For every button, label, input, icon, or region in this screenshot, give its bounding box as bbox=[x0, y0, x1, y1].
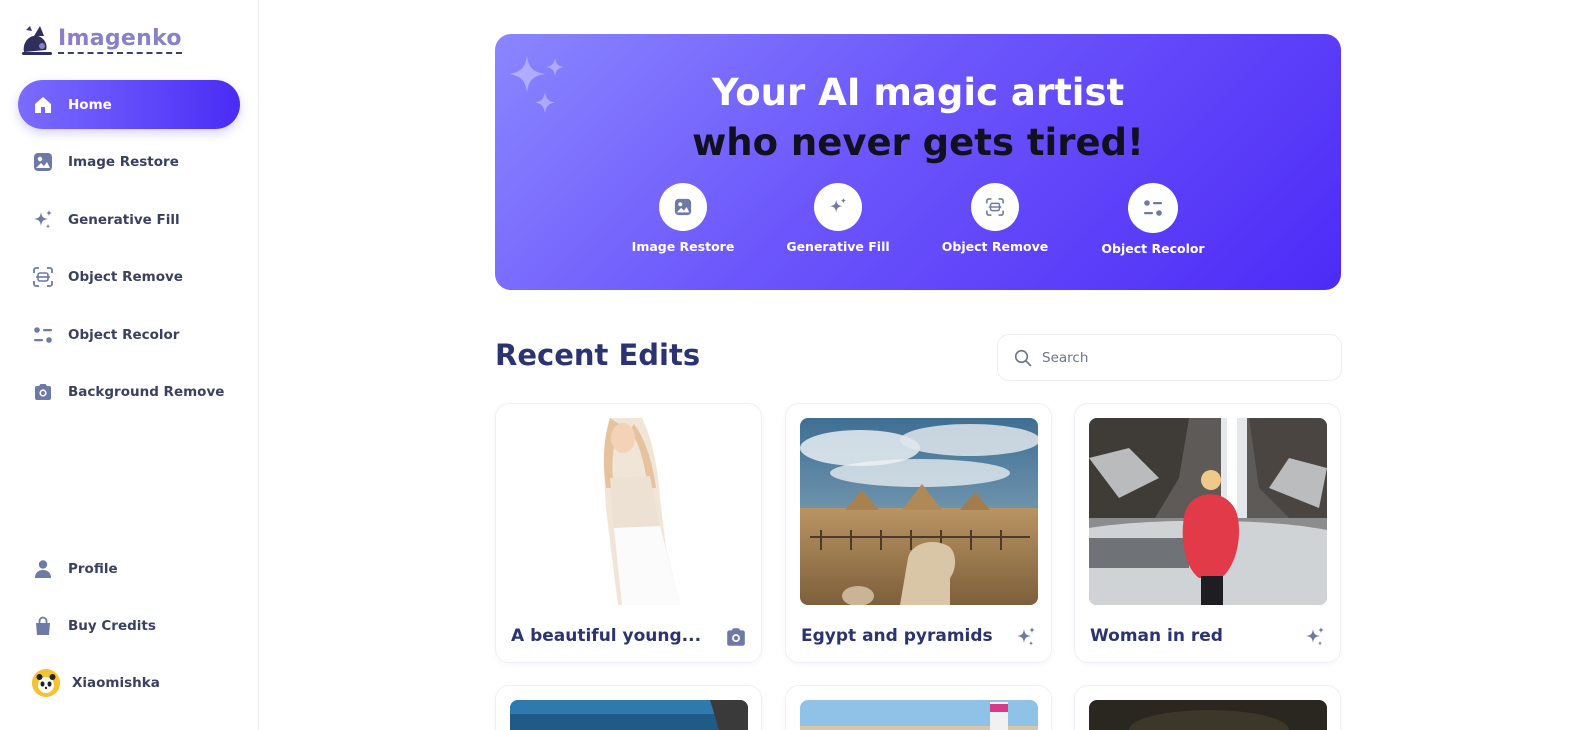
recolor-icon bbox=[32, 324, 54, 346]
section-title: Recent Edits bbox=[495, 338, 701, 372]
home-icon bbox=[32, 94, 54, 116]
recent-card[interactable] bbox=[785, 685, 1052, 730]
user-menu[interactable]: Xiaomishka bbox=[18, 658, 240, 708]
recent-card[interactable]: Woman in red bbox=[1074, 403, 1341, 663]
sidebar-item-label: Object Remove bbox=[68, 269, 183, 285]
hero-action-label: Object Recolor bbox=[1101, 241, 1205, 256]
sidebar-nav: Home Image Restore Generative Fill Objec… bbox=[18, 80, 240, 425]
app-root: Imagenko Home Image Restore Generative F… bbox=[0, 0, 1573, 730]
recent-card[interactable]: A beautiful young... bbox=[495, 403, 762, 663]
sidebar-item-profile[interactable]: Profile bbox=[18, 544, 240, 593]
sidebar-item-object-recolor[interactable]: Object Recolor bbox=[18, 310, 240, 359]
sidebar-item-home[interactable]: Home bbox=[18, 80, 240, 129]
sidebar-item-label: Buy Credits bbox=[68, 617, 156, 634]
card-thumbnail bbox=[1089, 418, 1327, 605]
sidebar-item-buy-credits[interactable]: Buy Credits bbox=[18, 601, 240, 650]
logo-icon bbox=[22, 26, 52, 55]
card-title: Egypt and pyramids bbox=[801, 626, 993, 646]
image-icon bbox=[32, 151, 54, 173]
sidebar-item-object-remove[interactable]: Object Remove bbox=[18, 253, 240, 302]
logo[interactable]: Imagenko bbox=[18, 22, 182, 58]
sparkles-icon bbox=[1017, 627, 1035, 646]
sidebar-item-label: Image Restore bbox=[68, 154, 179, 170]
bag-icon bbox=[32, 615, 54, 637]
recolor-icon bbox=[1128, 183, 1178, 233]
search-box bbox=[997, 334, 1342, 381]
hero-action-label: Generative Fill bbox=[786, 239, 890, 254]
card-title: Woman in red bbox=[1090, 626, 1223, 646]
panda-avatar bbox=[32, 669, 60, 697]
object-remove-icon bbox=[971, 183, 1019, 231]
sidebar-item-label: Home bbox=[68, 96, 112, 113]
hero-action-label: Object Remove bbox=[941, 239, 1049, 254]
card-title: A beautiful young... bbox=[511, 626, 702, 646]
logo-text: Imagenko bbox=[58, 26, 182, 54]
sidebar-item-image-restore[interactable]: Image Restore bbox=[18, 138, 240, 187]
recent-card[interactable] bbox=[1074, 685, 1341, 730]
sidebar-bottom: Profile Buy Credits Xiaomishka bbox=[18, 544, 240, 708]
recent-card[interactable]: Egypt and pyramids bbox=[785, 403, 1052, 663]
hero-action-object-remove[interactable]: Object Remove bbox=[935, 183, 1055, 254]
recent-card[interactable] bbox=[495, 685, 762, 730]
user-icon bbox=[32, 558, 54, 580]
card-thumbnail bbox=[510, 700, 748, 730]
hero-action-generative-fill[interactable]: Generative Fill bbox=[778, 183, 898, 254]
hero-action-label: Image Restore bbox=[631, 239, 735, 254]
sidebar: Imagenko Home Image Restore Generative F… bbox=[0, 0, 259, 730]
hero-action-object-recolor[interactable]: Object Recolor bbox=[1093, 183, 1213, 256]
hero-title-line1: Your AI magic artist bbox=[711, 71, 1125, 114]
hero-banner: Your AI magic artist who never gets tire… bbox=[495, 34, 1341, 290]
search-input[interactable] bbox=[1042, 349, 1322, 366]
sidebar-item-label: Generative Fill bbox=[68, 211, 180, 228]
object-remove-icon bbox=[32, 266, 54, 288]
sidebar-item-label: Profile bbox=[68, 560, 118, 577]
search-icon bbox=[1014, 349, 1032, 366]
camera-icon bbox=[727, 628, 745, 646]
card-thumbnail bbox=[800, 700, 1038, 730]
hero-title-line2: who never gets tired! bbox=[692, 121, 1144, 164]
hero-action-image-restore[interactable]: Image Restore bbox=[623, 183, 743, 254]
image-icon bbox=[659, 183, 707, 231]
sparkles-icon bbox=[32, 209, 54, 231]
sidebar-item-generative-fill[interactable]: Generative Fill bbox=[18, 195, 240, 244]
user-name: Xiaomishka bbox=[72, 675, 160, 691]
camera-icon bbox=[32, 381, 54, 403]
sparkles-icon bbox=[1306, 627, 1324, 646]
card-thumbnail bbox=[510, 418, 748, 605]
sidebar-item-background-remove[interactable]: Background Remove bbox=[18, 368, 240, 417]
card-thumbnail bbox=[1089, 700, 1327, 730]
card-thumbnail bbox=[800, 418, 1038, 605]
sidebar-item-label: Object Recolor bbox=[68, 326, 180, 343]
sparkles-icon bbox=[814, 183, 862, 231]
sidebar-item-label: Background Remove bbox=[68, 384, 225, 400]
